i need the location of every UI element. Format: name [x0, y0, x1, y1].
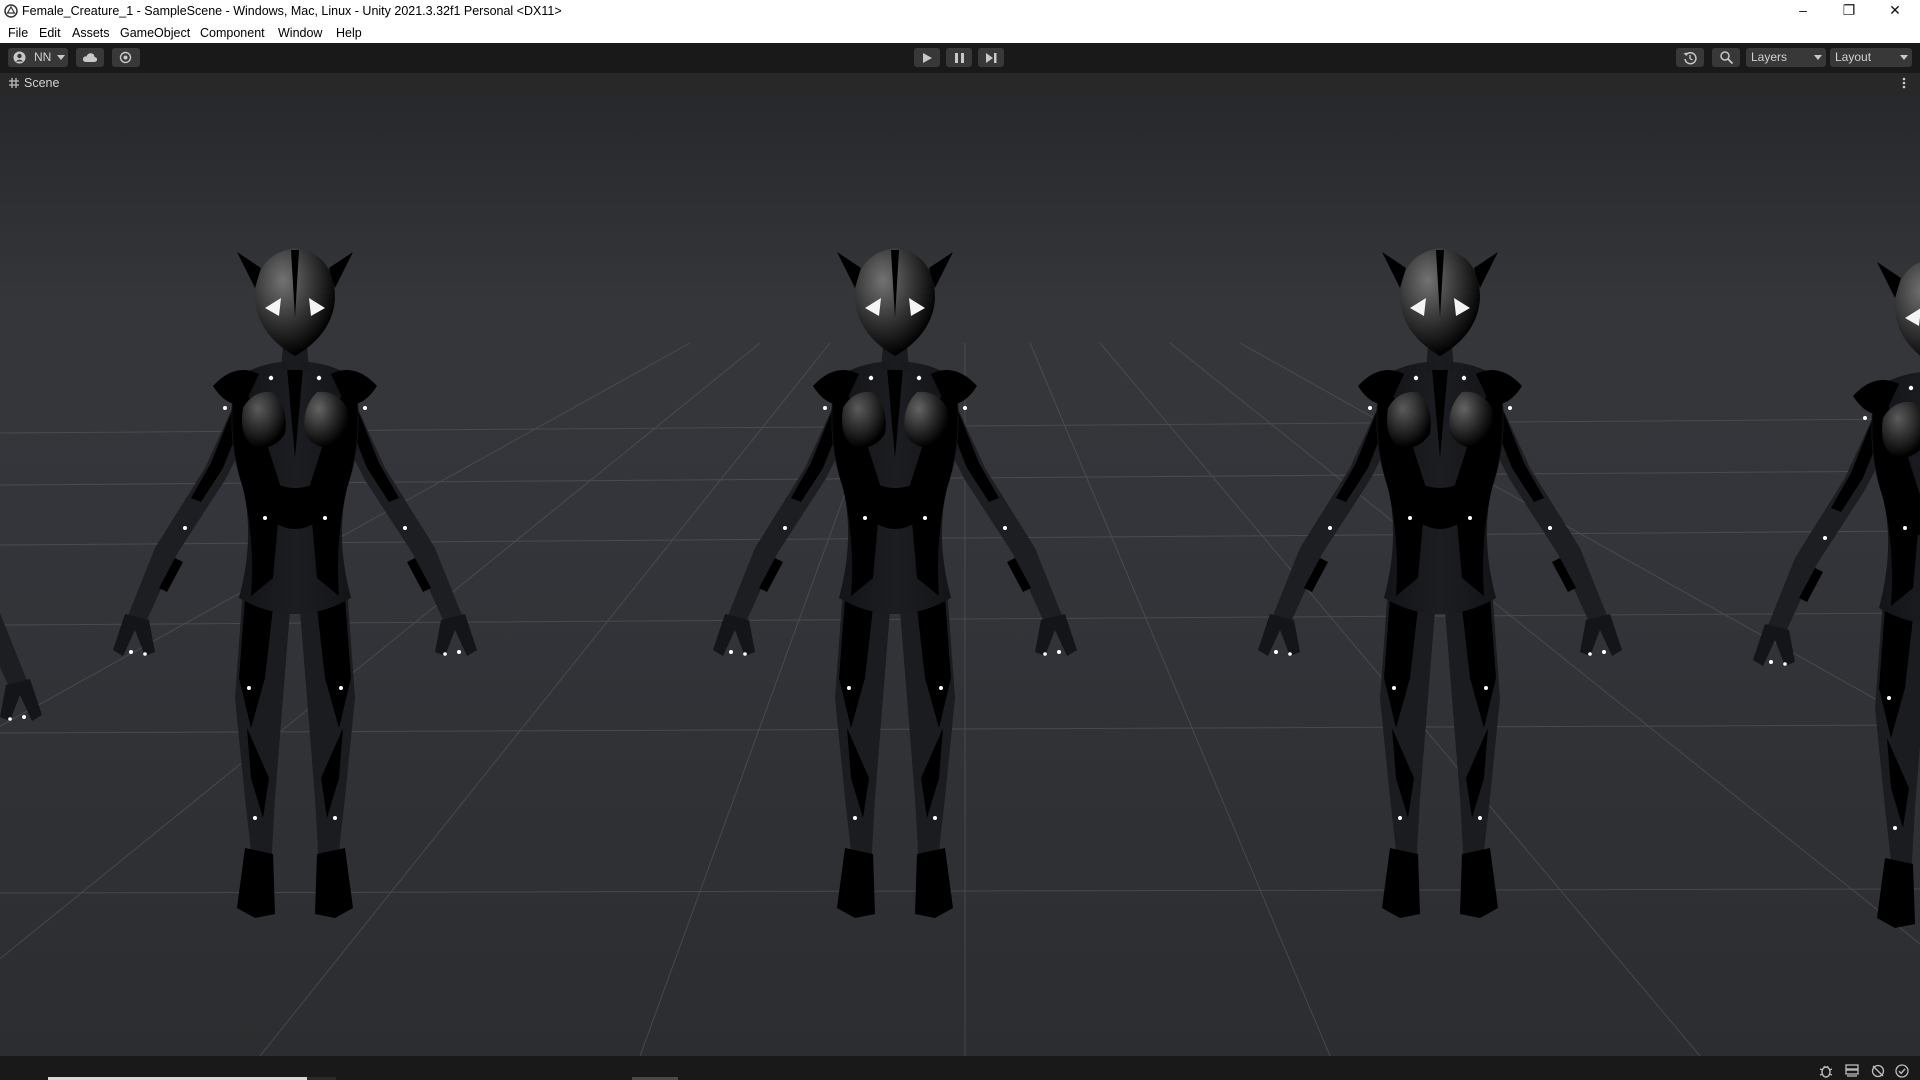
unity-logo-icon — [4, 4, 18, 18]
menu-edit[interactable]: Edit — [39, 26, 61, 40]
account-dropdown[interactable]: NN — [8, 48, 68, 67]
search-icon — [1720, 51, 1733, 64]
menu-file[interactable]: File — [8, 26, 28, 40]
tab-scene[interactable]: Scene — [24, 76, 59, 90]
menu-help[interactable]: Help — [336, 26, 362, 40]
close-button[interactable]: ✕ — [1872, 0, 1918, 22]
title-bar: Female_Creature_1 - SampleScene - Window… — [0, 0, 1920, 22]
collab-button[interactable] — [112, 48, 140, 67]
cloud-icon — [82, 53, 98, 62]
layers-dropdown[interactable]: Layers — [1746, 48, 1826, 67]
layers-label: Layers — [1751, 50, 1788, 64]
scene-tab-bar: Scene — [0, 73, 1920, 93]
chevron-down-icon — [1814, 55, 1822, 60]
menu-gameobject[interactable]: GameObject — [120, 26, 190, 40]
scene-canvas[interactable]: .pl .pri{fill:#3b5a70}.pl .sec{fill:#8d9… — [0, 93, 1920, 1056]
play-button[interactable] — [914, 48, 940, 67]
pause-icon — [955, 53, 964, 63]
menu-bar: File Edit Assets GameObject Component Wi… — [0, 22, 1920, 44]
menu-window[interactable]: Window — [278, 26, 322, 40]
checkmark-status-icon[interactable] — [1894, 1063, 1910, 1079]
scene-grid-icon — [9, 78, 19, 88]
cloud-button[interactable] — [76, 48, 104, 67]
cache-server-icon[interactable] — [1844, 1063, 1860, 1079]
account-icon — [13, 51, 26, 64]
bug-icon[interactable] — [1818, 1063, 1834, 1079]
chevron-down-icon — [1900, 55, 1908, 60]
layout-label: Layout — [1835, 50, 1872, 64]
minimize-button[interactable]: – — [1780, 0, 1826, 22]
layout-dropdown[interactable]: Layout — [1830, 48, 1912, 67]
chevron-down-icon — [57, 55, 65, 60]
undo-history-button[interactable] — [1676, 48, 1704, 67]
search-button[interactable] — [1712, 48, 1740, 67]
play-icon — [923, 53, 932, 63]
account-label: NN — [34, 50, 52, 64]
pause-button[interactable] — [946, 48, 972, 67]
network-disabled-icon[interactable] — [1870, 1063, 1886, 1079]
collab-icon — [119, 51, 132, 64]
main-toolbar: NN Layers Layout — [0, 43, 1920, 73]
scene-viewport[interactable]: .pl .pri{fill:#3b5a70}.pl .sec{fill:#8d9… — [0, 93, 1920, 1056]
restore-button[interactable]: ❐ — [1826, 0, 1872, 22]
menu-component[interactable]: Component — [200, 26, 265, 40]
menu-assets[interactable]: Assets — [72, 26, 110, 40]
window-title: Female_Creature_1 - SampleScene - Window… — [22, 4, 562, 18]
step-icon — [986, 53, 997, 63]
history-icon — [1683, 52, 1697, 65]
more-options-icon[interactable] — [1902, 77, 1906, 89]
step-button[interactable] — [978, 48, 1004, 67]
